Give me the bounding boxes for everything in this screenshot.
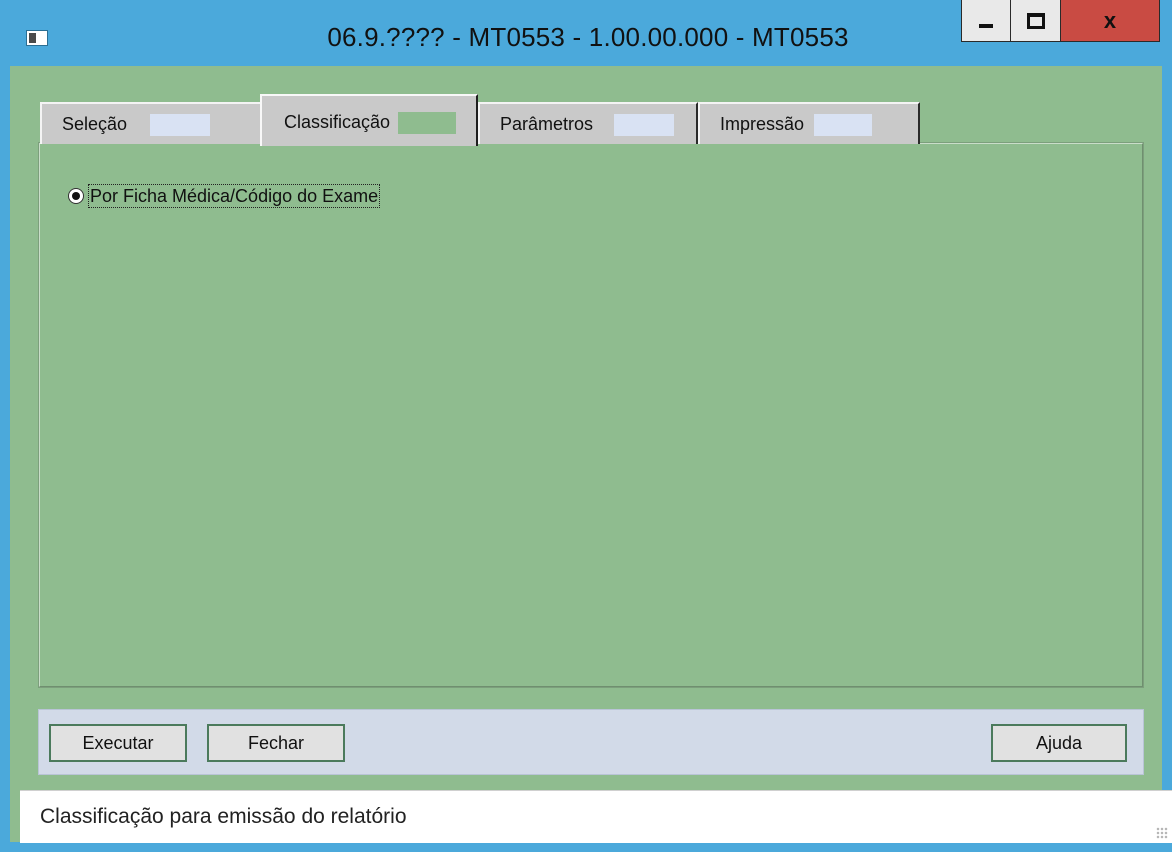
help-button[interactable]: Ajuda	[991, 724, 1127, 762]
resize-grip-icon[interactable]	[1156, 827, 1168, 839]
tab-impressao-highlight	[814, 114, 872, 136]
tab-parametros-label: Parâmetros	[500, 114, 594, 134]
minimize-button[interactable]	[961, 0, 1011, 42]
execute-button[interactable]: Executar	[49, 724, 187, 762]
radio-button[interactable]	[68, 188, 84, 204]
radio-selected-dot	[72, 192, 80, 200]
button-bar: Executar Fechar Ajuda	[38, 709, 1144, 775]
close-button[interactable]: Fechar	[207, 724, 345, 762]
classification-radio-option[interactable]: Por Ficha Médica/Código do Exame	[68, 184, 381, 208]
maximize-button[interactable]	[1011, 0, 1061, 42]
tab-classificacao-label: Classificação	[284, 112, 391, 132]
tab-selecao-highlight	[150, 114, 210, 136]
radio-label[interactable]: Por Ficha Médica/Código do Exame	[88, 184, 381, 208]
tab-classificacao-highlight	[398, 112, 456, 134]
tab-impressao[interactable]: Impressão	[698, 102, 920, 144]
tab-classificacao[interactable]: Classificação	[260, 94, 478, 146]
status-text: Classificação para emissão do relatório	[40, 805, 407, 828]
tab-parametros-highlight	[614, 114, 674, 136]
status-bar: Classificação para emissão do relatório	[20, 790, 1172, 843]
tab-impressao-label: Impressão	[720, 114, 805, 134]
minimize-icon	[979, 23, 993, 28]
window-title-text: 06.9.???? - MT0553 - 1.00.00.000 - MT055…	[327, 22, 849, 52]
title-bar[interactable]: 06.9.???? - MT0553 - 1.00.00.000 - MT055…	[0, 0, 1172, 66]
tab-selecao[interactable]: Seleção	[40, 102, 262, 144]
tab-panel-classificacao	[38, 142, 1144, 688]
tab-selecao-label: Seleção	[62, 114, 128, 134]
close-window-button[interactable]: x	[1061, 0, 1160, 42]
app-window: 06.9.???? - MT0553 - 1.00.00.000 - MT055…	[0, 0, 1172, 852]
tab-parametros[interactable]: Parâmetros	[478, 102, 698, 144]
maximize-icon	[1026, 12, 1045, 29]
close-icon: x	[1103, 7, 1117, 33]
client-area: Seleção Classificação Parâmetros Impress…	[10, 66, 1172, 843]
